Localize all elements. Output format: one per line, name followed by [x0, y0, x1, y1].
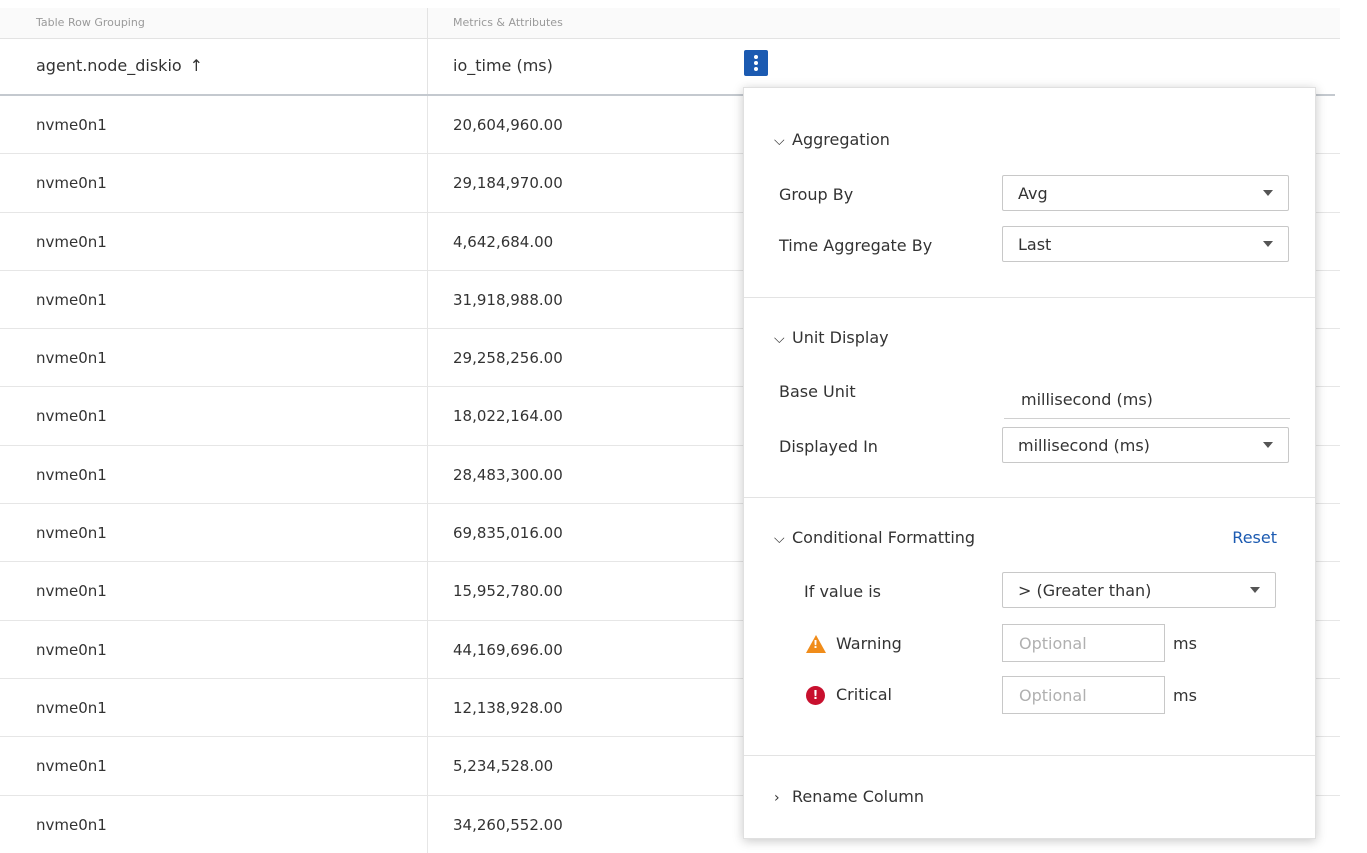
warning-icon: ! [806, 635, 826, 653]
caret-down-icon [1263, 442, 1273, 448]
comparison-value: > (Greater than) [1018, 581, 1152, 600]
critical-label: Critical [836, 685, 892, 704]
column-group-header: Table Row Grouping Metrics & Attributes [0, 8, 1340, 39]
displayed-in-select[interactable]: millisecond (ms) [1002, 427, 1289, 463]
comparison-select[interactable]: > (Greater than) [1002, 572, 1276, 608]
unit-display-title: Unit Display [792, 328, 889, 347]
cell-io-time: 44,169,696.00 [453, 640, 563, 659]
column-menu-button[interactable] [744, 50, 768, 76]
cell-node: nvme0n1 [36, 524, 107, 543]
cell-io-time: 4,642,684.00 [453, 232, 554, 251]
base-unit-value: millisecond (ms) [1021, 390, 1153, 409]
conditional-formatting-section-toggle[interactable]: ⌵ Conditional Formatting [774, 528, 975, 547]
cell-node: nvme0n1 [36, 407, 107, 426]
cell-node: nvme0n1 [36, 116, 107, 134]
conditional-formatting-title: Conditional Formatting [792, 528, 976, 547]
metrics-attributes-label: Metrics & Attributes [453, 16, 563, 29]
critical-threshold-input[interactable] [1017, 677, 1161, 713]
aggregation-title: Aggregation [792, 130, 890, 149]
cell-node: nvme0n1 [36, 465, 107, 484]
cell-io-time: 31,918,988.00 [453, 290, 563, 309]
rename-column-section-toggle[interactable]: › Rename Column [774, 787, 924, 806]
chevron-down-icon: ⌵ [774, 133, 785, 149]
warning-unit: ms [1173, 634, 1197, 653]
section-divider [744, 497, 1315, 498]
cell-node: nvme0n1 [36, 698, 107, 717]
kebab-icon [754, 55, 758, 59]
cell-io-time: 20,604,960.00 [453, 116, 563, 134]
cell-io-time: 28,483,300.00 [453, 465, 563, 484]
critical-unit: ms [1173, 686, 1197, 705]
if-value-label: If value is [804, 582, 882, 601]
chevron-right-icon: › [774, 790, 780, 806]
time-aggregate-label: Time Aggregate By [779, 236, 933, 255]
caret-down-icon [1263, 241, 1273, 247]
displayed-in-label: Displayed In [779, 437, 878, 456]
cell-io-time: 29,184,970.00 [453, 174, 563, 193]
section-divider [744, 297, 1315, 298]
critical-icon: ! [806, 686, 825, 705]
reset-link[interactable]: Reset [1232, 528, 1277, 547]
row-grouping-label: Table Row Grouping [36, 16, 145, 29]
cell-io-time: 29,258,256.00 [453, 349, 563, 368]
arrow-up-icon[interactable]: ↑ [190, 56, 203, 75]
cell-node: nvme0n1 [36, 349, 107, 368]
cell-node: nvme0n1 [36, 290, 107, 309]
cell-node: nvme0n1 [36, 757, 107, 776]
group-by-label: Group By [779, 185, 854, 204]
cell-node: nvme0n1 [36, 815, 107, 834]
base-unit-field: millisecond (ms) [1004, 387, 1290, 419]
cell-node: nvme0n1 [36, 640, 107, 659]
group-by-select[interactable]: Avg [1002, 175, 1289, 211]
chevron-down-icon: ⌵ [774, 531, 785, 547]
warning-threshold-input-box [1002, 624, 1165, 662]
caret-down-icon [1263, 190, 1273, 196]
cell-node: nvme0n1 [36, 232, 107, 251]
column-settings-panel: ⌵ Aggregation Group By Avg Time Aggregate… [743, 87, 1316, 839]
cell-io-time: 34,260,552.00 [453, 815, 563, 834]
column-header-node[interactable]: agent.node_diskio ↑ [36, 56, 203, 75]
section-divider [744, 755, 1315, 756]
base-unit-label: Base Unit [779, 382, 856, 401]
displayed-in-value: millisecond (ms) [1018, 436, 1150, 455]
column-header-node-label: agent.node_diskio [36, 56, 182, 75]
cell-io-time: 5,234,528.00 [453, 757, 554, 776]
column-divider[interactable] [427, 38, 428, 94]
warning-threshold-input[interactable] [1017, 625, 1161, 661]
aggregation-section-toggle[interactable]: ⌵ Aggregation [774, 130, 890, 149]
time-aggregate-value: Last [1018, 235, 1052, 254]
cell-io-time: 18,022,164.00 [453, 407, 563, 426]
warning-label: Warning [836, 634, 902, 653]
chevron-down-icon: ⌵ [774, 331, 785, 347]
rename-column-title: Rename Column [792, 787, 924, 806]
time-aggregate-select[interactable]: Last [1002, 226, 1289, 262]
unit-display-section-toggle[interactable]: ⌵ Unit Display [774, 328, 889, 347]
cell-io-time: 15,952,780.00 [453, 582, 563, 601]
column-header-io-time[interactable]: io_time (ms) [453, 56, 553, 75]
critical-threshold-input-box [1002, 676, 1165, 714]
cell-io-time: 12,138,928.00 [453, 698, 563, 717]
group-header-divider [427, 8, 428, 38]
caret-down-icon [1250, 587, 1260, 593]
cell-node: nvme0n1 [36, 174, 107, 193]
group-by-value: Avg [1018, 184, 1048, 203]
cell-io-time: 69,835,016.00 [453, 524, 563, 543]
cell-node: nvme0n1 [36, 582, 107, 601]
